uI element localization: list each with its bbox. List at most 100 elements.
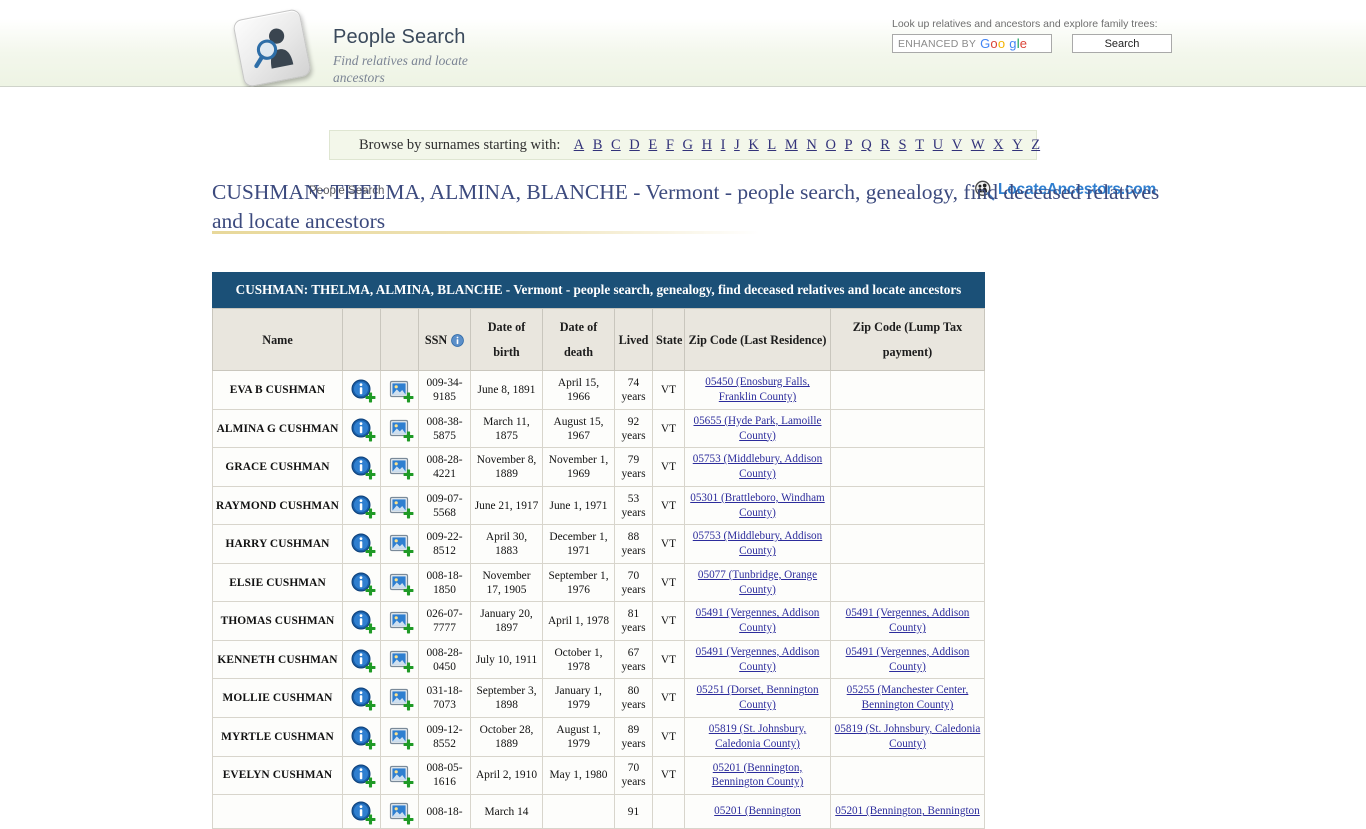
photo-add-icon[interactable] (389, 572, 413, 596)
cell-add-info[interactable] (342, 717, 381, 757)
info-add-icon[interactable] (351, 687, 375, 711)
cell-add-info[interactable] (342, 408, 381, 449)
cell-add-info[interactable] (342, 447, 381, 487)
info-add-icon[interactable] (351, 533, 375, 557)
cell-add-info[interactable] (342, 524, 381, 564)
alphabet-link-c[interactable]: C (611, 137, 621, 154)
zip-link[interactable]: 05655 (Hyde Park, Lamoille County) (693, 415, 821, 442)
photo-add-icon[interactable] (389, 801, 413, 825)
photo-add-icon[interactable] (389, 533, 413, 557)
alphabet-link-g[interactable]: G (682, 137, 692, 154)
cell-add-photo[interactable] (380, 755, 419, 796)
alphabet-link-e[interactable]: E (648, 137, 657, 154)
zip-link[interactable]: 05301 (Brattleboro, Windham County) (690, 492, 825, 519)
cell-add-photo[interactable] (380, 794, 419, 829)
cell-zip-residence[interactable]: 05819 (St. Johnsbury, Caledonia County) (684, 717, 831, 757)
cell-add-info[interactable] (342, 562, 381, 603)
alphabet-link-l[interactable]: L (767, 137, 776, 154)
info-add-icon[interactable] (351, 418, 375, 441)
cell-add-photo[interactable] (380, 408, 419, 449)
cell-zip-residence[interactable]: 05753 (Middlebury, Addison County) (684, 524, 831, 564)
cell-zip-residence[interactable]: 05450 (Enosburg Falls, Franklin County) (684, 370, 831, 410)
zip-link[interactable]: 05819 (St. Johnsbury, Caledonia County) (709, 723, 806, 750)
cell-add-photo[interactable] (380, 370, 419, 410)
cell-zip-lumptax[interactable]: 05491 (Vergennes, Addison County) (830, 639, 985, 680)
alphabet-link-s[interactable]: S (899, 137, 907, 154)
alphabet-link-i[interactable]: I (721, 137, 726, 154)
alphabet-link-j[interactable]: J (734, 137, 740, 154)
zip-link[interactable]: 05255 (Manchester Center, Bennington Cou… (847, 684, 969, 711)
cell-zip-lumptax[interactable]: 05819 (St. Johnsbury, Caledonia County) (830, 717, 985, 757)
cell-add-info[interactable] (342, 794, 381, 829)
zip-link[interactable]: 05753 (Middlebury, Addison County) (693, 453, 822, 480)
cell-add-info[interactable] (342, 601, 381, 641)
cell-zip-residence[interactable]: 05201 (Bennington, Bennington County) (684, 755, 831, 796)
cell-add-info[interactable] (342, 485, 381, 526)
alphabet-link-p[interactable]: P (845, 137, 853, 154)
alphabet-link-w[interactable]: W (971, 137, 985, 154)
cell-zip-lumptax[interactable]: 05491 (Vergennes, Addison County) (830, 601, 985, 641)
alphabet-link-q[interactable]: Q (861, 137, 871, 154)
zip-link[interactable]: 05819 (St. Johnsbury, Caledonia County) (835, 723, 981, 750)
info-add-icon[interactable] (351, 649, 375, 673)
cell-add-photo[interactable] (380, 485, 419, 526)
cell-zip-residence[interactable]: 05301 (Brattleboro, Windham County) (684, 485, 831, 526)
cell-add-photo[interactable] (380, 601, 419, 641)
brand-logo[interactable] (232, 8, 318, 94)
cell-add-photo[interactable] (380, 678, 419, 719)
info-icon[interactable] (451, 334, 465, 348)
alphabet-link-v[interactable]: V (952, 137, 962, 154)
info-add-icon[interactable] (351, 726, 375, 750)
alphabet-link-b[interactable]: B (593, 137, 603, 154)
alphabet-link-u[interactable]: U (933, 137, 943, 154)
cell-zip-lumptax[interactable]: 05255 (Manchester Center, Bennington Cou… (830, 678, 985, 719)
zip-link[interactable]: 05753 (Middlebury, Addison County) (693, 530, 822, 557)
alphabet-link-a[interactable]: A (574, 137, 584, 154)
cell-zip-residence[interactable]: 05655 (Hyde Park, Lamoille County) (684, 408, 831, 449)
zip-link[interactable]: 05491 (Vergennes, Addison County) (696, 646, 820, 673)
info-add-icon[interactable] (351, 495, 375, 519)
photo-add-icon[interactable] (389, 649, 413, 673)
cell-zip-residence[interactable]: 05077 (Tunbridge, Orange County) (684, 562, 831, 603)
cell-zip-residence[interactable]: 05753 (Middlebury, Addison County) (684, 447, 831, 487)
cell-zip-lumptax[interactable]: 05201 (Bennington, Bennington (830, 794, 985, 829)
cell-add-info[interactable] (342, 639, 381, 680)
cell-add-info[interactable] (342, 370, 381, 410)
cell-zip-residence[interactable]: 05201 (Bennington (684, 794, 831, 829)
alphabet-link-d[interactable]: D (629, 137, 639, 154)
photo-add-icon[interactable] (389, 495, 413, 519)
cell-add-info[interactable] (342, 678, 381, 719)
alphabet-link-x[interactable]: X (993, 137, 1003, 154)
zip-link[interactable]: 05491 (Vergennes, Addison County) (846, 607, 970, 634)
zip-link[interactable]: 05201 (Bennington (714, 805, 801, 817)
alphabet-link-z[interactable]: Z (1031, 137, 1040, 154)
alphabet-link-y[interactable]: Y (1012, 137, 1022, 154)
cell-add-photo[interactable] (380, 717, 419, 757)
alphabet-link-m[interactable]: M (785, 137, 798, 154)
zip-link[interactable]: 05251 (Dorset, Bennington County) (696, 684, 818, 711)
alphabet-link-n[interactable]: N (806, 137, 816, 154)
cell-zip-residence[interactable]: 05491 (Vergennes, Addison County) (684, 639, 831, 680)
info-add-icon[interactable] (351, 572, 375, 596)
zip-link[interactable]: 05491 (Vergennes, Addison County) (846, 646, 970, 673)
info-add-icon[interactable] (351, 379, 375, 403)
zip-link[interactable]: 05201 (Bennington, Bennington County) (712, 762, 804, 789)
cell-zip-residence[interactable]: 05251 (Dorset, Bennington County) (684, 678, 831, 719)
photo-add-icon[interactable] (389, 726, 413, 750)
photo-add-icon[interactable] (389, 610, 413, 634)
photo-add-icon[interactable] (389, 418, 413, 441)
zip-link[interactable]: 05077 (Tunbridge, Orange County) (698, 569, 817, 596)
alphabet-link-f[interactable]: F (666, 137, 674, 154)
photo-add-icon[interactable] (389, 456, 413, 480)
cell-add-info[interactable] (342, 755, 381, 796)
alphabet-link-t[interactable]: T (915, 137, 924, 154)
photo-add-icon[interactable] (389, 379, 413, 403)
photo-add-icon[interactable] (389, 687, 413, 711)
cell-zip-residence[interactable]: 05491 (Vergennes, Addison County) (684, 601, 831, 641)
search-button[interactable]: Search (1072, 34, 1172, 53)
cell-add-photo[interactable] (380, 447, 419, 487)
zip-link[interactable]: 05201 (Bennington, Bennington (835, 805, 980, 817)
cell-add-photo[interactable] (380, 524, 419, 564)
alphabet-link-o[interactable]: O (825, 137, 835, 154)
alphabet-link-r[interactable]: R (880, 137, 890, 154)
